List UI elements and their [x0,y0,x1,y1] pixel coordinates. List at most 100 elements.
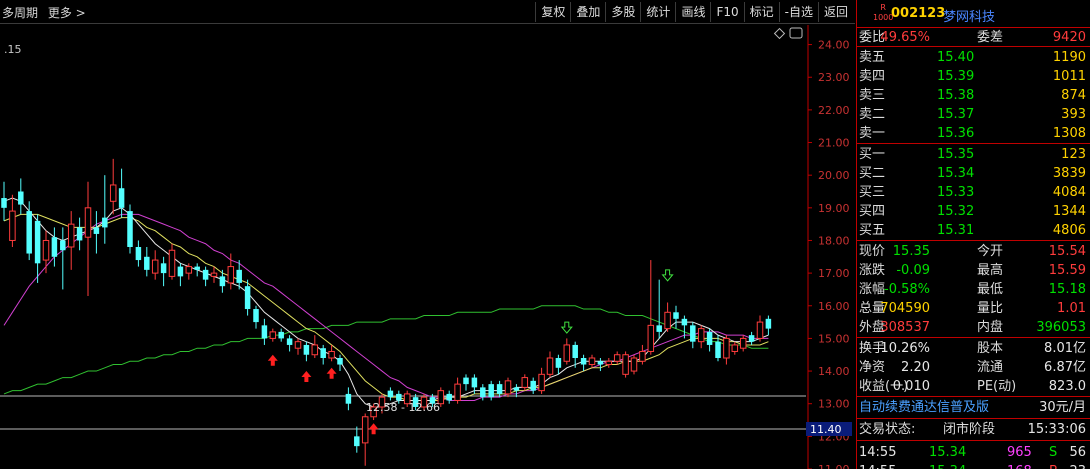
order-price: 15.39 [937,69,975,84]
quote-label: 涨跌 [859,263,886,278]
quote-row: 涨跌 -0.09 最高 15.59 [857,261,1090,280]
order-volume: 1190 [1052,50,1086,65]
order-label: 买一 [859,147,886,162]
diamond-icon[interactable] [773,27,786,40]
status-time: 15:33:06 [1027,422,1086,437]
toolbar-buttons: 复权 叠加 多股 统计 画线 F10 标记 -自选 返回 [535,2,853,22]
tick-volume: 965 [1007,445,1032,460]
buy-signal-arrow-icon [301,371,312,383]
candle-body-up [756,321,764,339]
order-label: 买二 [859,166,886,181]
order-price: 15.34 [937,166,975,181]
candle-body-up [731,344,739,352]
candle-body-down [18,191,24,205]
current-price-tag-text: 11.40 [810,423,842,436]
candle-body-down [236,269,242,283]
draw-line-button[interactable]: 画线 [675,2,710,22]
remove-watchlist-button[interactable]: -自选 [778,2,818,22]
candle-body-down [60,240,66,251]
candle-body-down [354,436,360,447]
stock-name[interactable]: 梦网科技 [943,6,995,25]
candle-body-down [253,309,259,323]
candle-body-up [630,357,638,372]
tick-time: 14:55 [859,445,897,460]
quote-panel: R 1000 002123 梦网科技 委比 49.65% 委差 9420 卖五 1… [856,0,1090,469]
quote-label-2: 量比 [977,301,1004,316]
sell-order-row: 卖二 15.37 393 [857,105,1090,124]
stat-value: 2.20 [901,360,930,375]
multi-period-button[interactable]: 多周期 [2,6,38,20]
buy-signal-arrow-icon [267,354,278,366]
quote-value-2: 15.54 [1048,244,1086,259]
tick-side: B [1049,462,1058,469]
candle-body-down [177,266,184,277]
tick-list: 14:55 15.34 965 S 56 14:55 15.34 168 B 23 [857,441,1090,469]
ad-text[interactable]: 自动续费通达信普及版 [859,397,989,419]
y-tick-label: 24.00 [818,39,850,52]
order-label: 卖二 [859,107,886,122]
window-toggle-icon[interactable] [789,27,803,39]
candle-body-up [563,344,571,362]
fuquan-button[interactable]: 复权 [535,2,570,22]
order-price: 15.37 [937,107,975,122]
candle-body-down [748,335,755,342]
buy-signal-arrow-icon [326,367,337,379]
candle-body-down [278,331,284,339]
stat-row: 收益(一) 0.010 PE(动) 823.0 [857,377,1090,396]
y-tick-label: 13.00 [818,398,850,411]
tick-count: 56 [1069,445,1086,460]
candle-body-up [9,210,16,241]
mark-button[interactable]: 标记 [743,2,779,22]
ad-price[interactable]: 30元/月 [1039,397,1086,419]
stat-value: 10.26% [880,341,930,356]
order-volume: 1344 [1052,204,1086,219]
stat-value: 0.010 [892,379,930,394]
buy-orders: 买一 15.35 123 买二 15.34 3839 买三 15.33 4084 买四 15.32 1… [857,144,1090,241]
candle-body-down [244,286,251,310]
tick-count: 23 [1069,462,1086,469]
candle-body-up [521,377,529,388]
candle-body-up [84,207,92,238]
sell-order-row: 卖三 15.38 874 [857,86,1090,105]
sell-orders: 卖五 15.40 1190 卖四 15.39 1011 卖三 15.38 874 卖二 15.37 3… [857,47,1090,144]
f10-button[interactable]: F10 [710,2,743,22]
candle-body-down [51,237,58,257]
order-price: 15.40 [937,50,975,65]
kline-svg[interactable]: 24.00 23.00 22.00 21.00 20.00 19.00 18.00 17.00… [0,25,855,469]
candle-body-down [320,348,326,358]
ad-row[interactable]: 自动续费通达信普及版 30元/月 [857,397,1090,419]
price-axis: 24.00 23.00 22.00 21.00 20.00 19.00 18.00 17.00… [808,39,850,469]
candle-body-down [118,188,125,208]
multi-stock-button[interactable]: 多股 [605,2,640,22]
candle-body-down [715,341,721,358]
quote-value-2: 15.59 [1048,263,1086,278]
stat-label: 净资 [859,360,886,375]
weicha-label: 委差 [977,30,1004,45]
back-button[interactable]: 返回 [817,2,853,22]
candle-body-up [109,184,117,202]
sell-signal-arrow-icon [560,321,573,334]
candle-body-down [656,325,662,332]
y-tick-label: 19.00 [818,202,850,215]
status-row: 交易状态: 闭市阶段 15:33:06 [857,419,1090,441]
candle-body-down [765,318,772,329]
order-label: 卖三 [859,88,886,103]
order-volume: 1308 [1052,126,1086,141]
order-label: 卖五 [859,50,886,65]
statistics-button[interactable]: 统计 [640,2,675,22]
kline-chart[interactable]: 24.00 23.00 22.00 21.00 20.00 19.00 18.00 17.00… [0,25,855,469]
candle-body-down [127,211,133,247]
candle-body-up [168,249,176,277]
stock-stats: 换手 10.26% 股本 8.01亿 净资 2.20 流通 6.87亿 收益(一) 0.010 PE… [857,338,1090,397]
more-button[interactable]: 更多 > [48,6,86,20]
candle-body-down [555,358,562,368]
candle-body-up [454,383,461,401]
overlay-button[interactable]: 叠加 [570,2,605,22]
buy-order-row: 买三 15.33 4084 [857,183,1090,202]
candle-body-up [42,239,50,261]
quote-row: 涨幅 -0.58% 最低 15.18 [857,280,1090,299]
candle-body-up [697,328,705,343]
candle-body-up [311,344,319,356]
range-label: 12.58 - 12.66 [366,401,440,414]
quote-label: 现价 [859,244,886,259]
